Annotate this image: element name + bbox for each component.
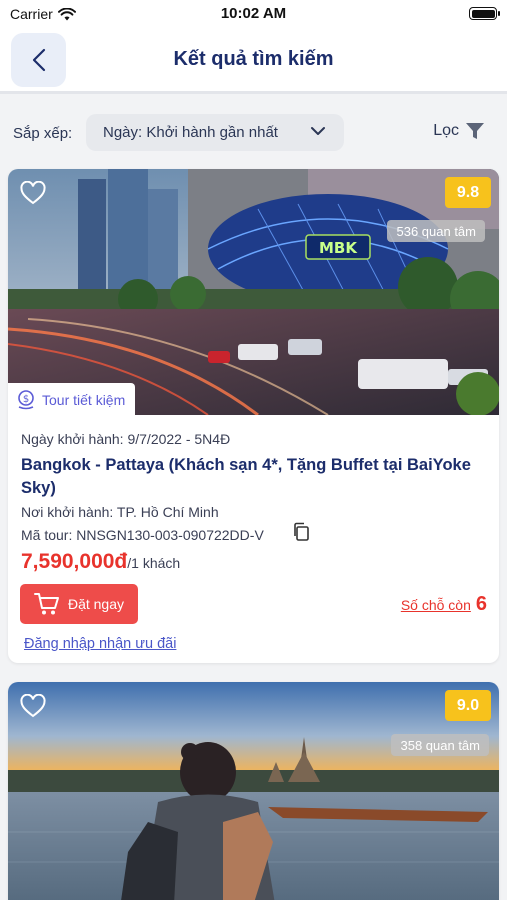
tour-type-badge: $ Tour tiết kiệm	[8, 383, 136, 415]
tour-card[interactable]: MBK 9.8 536 quan tâm $ Tour tiết kiệm Ng…	[8, 169, 499, 663]
back-button[interactable]	[11, 33, 66, 87]
tour-type-label: Tour tiết kiệm	[42, 391, 126, 408]
login-for-offers-link[interactable]: Đăng nhập nhận ưu đãi	[24, 636, 176, 652]
river-temple-photo	[8, 682, 499, 900]
book-now-button[interactable]: Đặt ngay	[20, 584, 138, 624]
funnel-icon	[466, 123, 484, 139]
heart-icon[interactable]	[20, 694, 46, 718]
mbk-sign: MBK	[319, 239, 358, 257]
chevron-down-icon	[311, 127, 325, 135]
battery-icon	[469, 7, 500, 20]
bangkok-city-photo: MBK	[8, 169, 499, 415]
departure-date: Ngày khởi hành: 9/7/2022 - 5N4Đ	[21, 431, 231, 447]
tour-code: Mã tour: NNSGN130-003-090722DD-V	[21, 527, 264, 543]
status-bar: Carrier 10:02 AM	[0, 0, 507, 28]
sort-filter-bar: Sắp xếp: Ngày: Khởi hành gần nhất Lọc	[0, 97, 507, 169]
tour-price: 7,590,000đ	[21, 550, 128, 573]
sort-select[interactable]: Ngày: Khởi hành gần nhất	[86, 114, 344, 151]
chevron-left-icon	[32, 48, 45, 72]
price-row: 7,590,000đ/1 khách	[21, 550, 180, 574]
sort-value: Ngày: Khởi hành gần nhất	[103, 124, 278, 141]
clock: 10:02 AM	[220, 5, 287, 22]
page-title: Kết quả tìm kiếm	[173, 48, 334, 70]
savings-icon: $	[18, 389, 34, 409]
copy-icon[interactable]	[292, 522, 310, 542]
svg-text:$: $	[23, 394, 29, 405]
tour-name[interactable]: Bangkok - Pattaya (Khách sạn 4*, Tặng Bu…	[21, 454, 486, 500]
seats-label: Số chỗ còn	[400, 597, 471, 613]
rating-badge: 9.0	[445, 690, 491, 721]
book-now-label: Đặt ngay	[67, 596, 125, 612]
price-unit: /1 khách	[127, 555, 181, 571]
nav-header: Kết quả tìm kiếm	[0, 28, 507, 94]
interest-count: 536 quan tâm	[387, 220, 485, 242]
interest-count: 358 quan tâm	[391, 734, 489, 756]
filter-button[interactable]: Lọc	[433, 121, 485, 141]
departure-place: Nơi khởi hành: TP. Hồ Chí Minh	[21, 504, 219, 520]
cart-icon	[33, 593, 59, 615]
seats-count: 6	[475, 593, 487, 615]
seats-remaining: Số chỗ còn 6	[401, 593, 487, 616]
filter-label: Lọc	[433, 122, 459, 139]
heart-icon[interactable]	[20, 181, 46, 205]
sort-label: Sắp xếp:	[13, 125, 73, 142]
rating-badge: 9.8	[445, 177, 491, 208]
tour-photo: 9.0 358 quan tâm	[8, 682, 499, 900]
tour-card[interactable]: 9.0 358 quan tâm	[8, 682, 499, 900]
tour-photo: MBK 9.8 536 quan tâm $ Tour tiết kiệm	[8, 169, 499, 415]
